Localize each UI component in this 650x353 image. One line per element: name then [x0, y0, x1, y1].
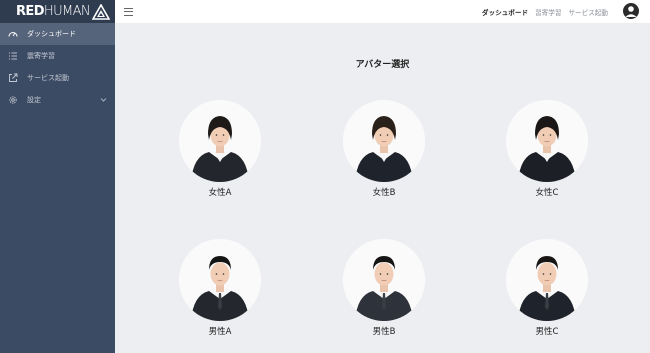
avatar-portrait: [343, 100, 425, 182]
header-nav: ダッシュボード 習寄学習 サービス起動: [482, 0, 608, 23]
brand-logo[interactable]: REDHUMAN: [0, 0, 115, 23]
external-link-icon: [8, 73, 18, 83]
header-link-learning[interactable]: 習寄学習: [535, 7, 561, 17]
speedometer-icon: [8, 29, 18, 39]
sidebar-item-service-launch[interactable]: サービス起動: [0, 67, 115, 89]
avatar-label: 男性B: [372, 327, 396, 337]
gear-icon: [8, 95, 18, 105]
avatar-image[interactable]: [343, 100, 425, 182]
sidebar-item-label: 震寄学習: [27, 52, 55, 60]
avatar-portrait: [506, 239, 588, 321]
avatar-image[interactable]: [506, 100, 588, 182]
avatar-image[interactable]: [506, 239, 588, 321]
sidebar-item-label: 設定: [27, 96, 41, 104]
sidebar-item-learning[interactable]: 震寄学習: [0, 45, 115, 67]
avatar-label: 女性A: [208, 188, 232, 198]
chevron-down-icon[interactable]: [100, 96, 107, 103]
avatar-label: 男性C: [535, 327, 559, 337]
header-link-service-launch[interactable]: サービス起動: [568, 7, 608, 17]
sidebar-item-settings[interactable]: 設定: [0, 89, 115, 111]
sidebar-nav: ダッシュボード 震寄学習 サービス起動 設定: [0, 23, 115, 111]
sidebar: REDHUMAN ダッシュボード 震寄学習 サービス起動 設定: [0, 0, 115, 353]
hamburger-menu-icon[interactable]: [124, 7, 133, 16]
page-title: アバター選択: [355, 60, 410, 70]
avatar-label: 女性C: [535, 188, 559, 198]
avatar-image[interactable]: [343, 239, 425, 321]
avatar-card[interactable]: 女性A: [178, 100, 262, 198]
avatar-image[interactable]: [179, 239, 261, 321]
user-avatar-icon[interactable]: [623, 3, 639, 19]
sidebar-item-label: サービス起動: [27, 74, 69, 82]
avatar-card[interactable]: 女性C: [505, 100, 589, 198]
header-link-dashboard[interactable]: ダッシュボード: [482, 7, 528, 17]
list-icon: [8, 51, 18, 61]
avatar-card[interactable]: 男性A: [178, 239, 262, 337]
main-content: アバター選択 女性A 女性B 女性C 男性A 男性B 男性C: [115, 23, 650, 353]
avatar-portrait: [179, 100, 261, 182]
brand-name: REDHUMAN: [16, 4, 91, 19]
sidebar-item-dashboard[interactable]: ダッシュボード: [0, 23, 115, 45]
avatar-portrait: [343, 239, 425, 321]
avatar-image[interactable]: [179, 100, 261, 182]
avatar-portrait: [179, 239, 261, 321]
avatar-label: 男性A: [208, 327, 232, 337]
avatar-label: 女性B: [372, 188, 396, 198]
avatar-portrait: [506, 100, 588, 182]
avatar-card[interactable]: 男性C: [505, 239, 589, 337]
avatar-card[interactable]: 女性B: [342, 100, 426, 198]
triangle-logo-icon: [92, 3, 111, 20]
top-header: ダッシュボード 習寄学習 サービス起動: [115, 0, 650, 23]
avatar-card[interactable]: 男性B: [342, 239, 426, 337]
sidebar-item-label: ダッシュボード: [27, 30, 76, 38]
